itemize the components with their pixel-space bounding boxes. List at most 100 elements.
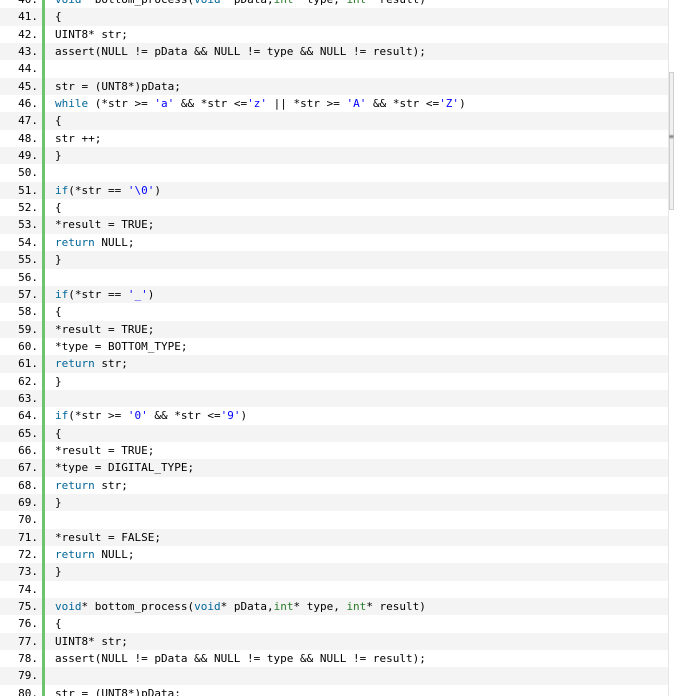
code-token: * bottom_process(	[81, 600, 195, 614]
code-line: 75. void* bottom_process(void* pData,int*…	[0, 598, 669, 616]
code-token: *result = TRUE;	[55, 218, 155, 232]
code-token: UINT8* str;	[55, 634, 128, 648]
line-number: 67.	[18, 461, 38, 475]
code-token: void	[194, 600, 221, 614]
code-line: 61. return str;	[0, 355, 669, 373]
code-text: *result = TRUE;	[45, 216, 154, 233]
code-line: 66. *result = TRUE;	[0, 441, 669, 460]
code-token: str ++;	[55, 131, 102, 145]
line-number: 63.	[18, 391, 38, 405]
code-line: 40.void* bottom_process(void* pData,int*…	[0, 0, 669, 9]
code-token: }	[55, 495, 62, 509]
code-token: * bottom_process(	[82, 0, 195, 6]
line-number: 50.	[18, 166, 38, 180]
code-token: || *str >=	[266, 97, 347, 111]
code-line: 46. while (*str >= 'a' && *str <='z' || *…	[0, 95, 669, 113]
code-token: {	[55, 10, 62, 24]
code-text: str ++;	[45, 130, 101, 147]
vertical-scrollbar[interactable]: ≡	[668, 0, 675, 696]
code-token: 'z'	[247, 97, 267, 111]
code-token: )	[240, 409, 248, 423]
line-number: 61.	[18, 357, 38, 371]
code-token: void	[194, 0, 221, 6]
line-number: 79.	[18, 669, 38, 683]
code-token: 'A'	[346, 97, 367, 111]
code-token: )	[459, 97, 466, 111]
code-token: (*str >=	[68, 409, 128, 423]
line-number: 44.	[18, 62, 38, 76]
code-token: (*str ==	[68, 287, 128, 301]
code-text: *result = FALSE;	[45, 529, 161, 546]
line-number: 56.	[18, 270, 38, 284]
code-text: *type = BOTTOM_TYPE;	[45, 338, 187, 355]
code-text: *result = TRUE;	[45, 442, 154, 459]
code-token: int	[346, 600, 367, 614]
code-line: 49.}	[0, 147, 669, 165]
line-number: 74.	[18, 582, 38, 596]
code-token: NULL;	[94, 235, 135, 249]
line-number: 55.	[18, 253, 38, 267]
code-line: 44.	[0, 60, 669, 78]
code-token: * pData,	[220, 600, 274, 614]
line-number: 75.	[18, 600, 38, 614]
code-line: 69.}	[0, 493, 669, 512]
line-number: 57.	[18, 287, 38, 301]
code-token: *type = BOTTOM_TYPE;	[55, 339, 188, 353]
code-text: if(*str == '\0')	[45, 182, 161, 199]
line-number: 46.	[18, 97, 38, 111]
line-number: 47.	[18, 114, 38, 128]
code-text: }	[45, 563, 62, 580]
line-number: 69.	[18, 495, 38, 509]
code-token: str = (UNT8*)pData;	[55, 79, 181, 93]
code-token: }	[55, 149, 62, 163]
line-number: 59.	[18, 322, 38, 336]
line-number: 71.	[18, 530, 38, 544]
code-viewer: 40.void* bottom_process(void* pData,int*…	[0, 0, 675, 696]
code-text: return NULL;	[45, 546, 135, 563]
code-token: int	[273, 600, 294, 614]
code-token: int	[274, 0, 294, 6]
code-token: assert(NULL != pData && NULL != type && …	[55, 45, 426, 59]
code-line: 51. if(*str == '\0')	[0, 181, 669, 200]
code-line: 60. *type = BOTTOM_TYPE;	[0, 337, 669, 356]
code-text: {	[45, 303, 62, 320]
line-number: 73.	[18, 565, 38, 579]
code-line: 47. {	[0, 112, 669, 130]
line-number: 41.	[18, 10, 38, 24]
code-line: 56.	[0, 268, 669, 286]
code-text: void* bottom_process(void* pData,int* ty…	[45, 0, 426, 8]
code-line: 79.	[0, 667, 669, 685]
line-number: 48.	[18, 131, 38, 145]
code-line: 65. {	[0, 424, 669, 442]
code-text: }	[45, 147, 62, 164]
code-token: '9'	[220, 409, 241, 423]
code-text: return str;	[45, 477, 128, 494]
code-token: void	[55, 0, 82, 6]
code-token: (*str ==	[68, 183, 128, 197]
code-token: while	[55, 97, 89, 111]
line-number: 42.	[18, 27, 38, 41]
code-line: 62.}	[0, 372, 669, 390]
code-token: int	[346, 0, 366, 6]
line-number: 65.	[18, 426, 38, 440]
code-text: {	[45, 425, 62, 442]
code-text: str = (UNT8*)pData;	[45, 78, 181, 95]
line-number: 53.	[18, 218, 38, 232]
code-token: {	[55, 201, 62, 215]
code-text: assert(NULL != pData && NULL != type && …	[45, 43, 426, 60]
code-token: *result = TRUE;	[55, 443, 155, 457]
code-token: * type,	[293, 0, 346, 6]
code-line: 77. UINT8* str;	[0, 632, 669, 651]
code-line: 45. str = (UNT8*)pData;	[0, 77, 669, 96]
code-token: str;	[94, 478, 128, 492]
line-number: 51.	[18, 183, 38, 197]
grip-lines-icon: ≡	[669, 132, 674, 141]
code-listing: 40.void* bottom_process(void* pData,int*…	[0, 0, 669, 696]
line-number: 80.	[18, 686, 38, 696]
code-text: str = (UNT8*)pData;	[45, 685, 181, 696]
